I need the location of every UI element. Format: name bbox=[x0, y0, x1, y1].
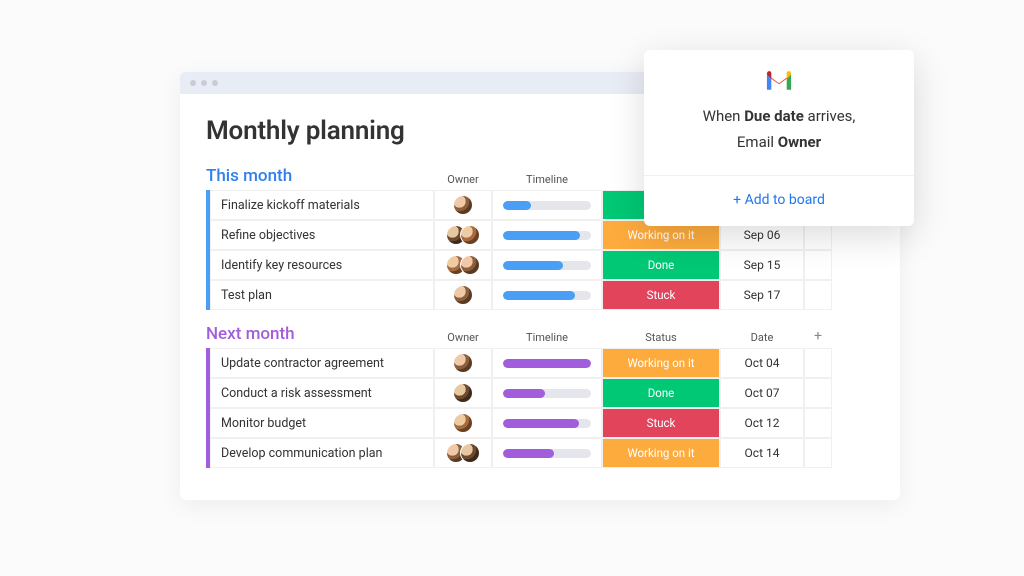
gmail-icon bbox=[764, 70, 794, 92]
automation-popup: When Due date arrives, Email Owner + Add… bbox=[644, 50, 914, 226]
status-cell[interactable]: Stuck bbox=[602, 280, 720, 310]
status-badge: Stuck bbox=[603, 281, 719, 309]
avatar[interactable] bbox=[460, 225, 480, 245]
table-row[interactable]: Monitor budget StuckOct 12 bbox=[210, 408, 874, 438]
column-header-owner[interactable]: Owner bbox=[434, 173, 492, 186]
task-name-cell[interactable]: Monitor budget bbox=[210, 408, 434, 438]
column-header-date[interactable]: Date bbox=[720, 331, 804, 344]
table-row[interactable]: Develop communication plan Working on itO… bbox=[210, 438, 874, 468]
empty-cell bbox=[804, 438, 832, 468]
column-header-timeline[interactable]: Timeline bbox=[492, 173, 602, 186]
traffic-light-dot bbox=[190, 80, 196, 86]
date-cell[interactable]: Sep 17 bbox=[720, 280, 804, 310]
owner-cell[interactable] bbox=[434, 190, 492, 220]
traffic-light-dot bbox=[212, 80, 218, 86]
section-title[interactable]: Next month bbox=[206, 324, 434, 344]
timeline-cell[interactable] bbox=[492, 438, 602, 468]
avatar[interactable] bbox=[460, 443, 480, 463]
rule-trigger: Due date bbox=[744, 107, 804, 125]
status-cell[interactable]: Working on it bbox=[602, 438, 720, 468]
status-badge: Done bbox=[603, 251, 719, 279]
table-row[interactable]: Update contractor agreement Working on it… bbox=[210, 348, 874, 378]
status-cell[interactable]: Done bbox=[602, 378, 720, 408]
add-to-board-button[interactable]: + Add to board bbox=[644, 176, 914, 226]
section-header: Next month Owner Timeline Status Date + bbox=[206, 324, 874, 344]
column-header-status[interactable]: Status bbox=[602, 331, 720, 344]
avatar[interactable] bbox=[453, 285, 473, 305]
owner-cell[interactable] bbox=[434, 378, 492, 408]
owner-cell[interactable] bbox=[434, 250, 492, 280]
task-name-cell[interactable]: Finalize kickoff materials bbox=[210, 190, 434, 220]
status-badge: Working on it bbox=[603, 439, 719, 467]
avatar[interactable] bbox=[453, 413, 473, 433]
date-cell[interactable]: Sep 15 bbox=[720, 250, 804, 280]
empty-cell bbox=[804, 280, 832, 310]
table-row[interactable]: Conduct a risk assessment DoneOct 07 bbox=[210, 378, 874, 408]
status-badge: Stuck bbox=[603, 409, 719, 437]
owner-cell[interactable] bbox=[434, 348, 492, 378]
rule-prefix: When bbox=[703, 107, 745, 125]
avatar[interactable] bbox=[453, 353, 473, 373]
task-name-cell[interactable]: Identify key resources bbox=[210, 250, 434, 280]
section-next-month: Next month Owner Timeline Status Date + … bbox=[206, 324, 874, 468]
section-rows: Update contractor agreement Working on it… bbox=[206, 348, 874, 468]
section-title[interactable]: This month bbox=[206, 166, 434, 186]
traffic-light-dot bbox=[201, 80, 207, 86]
owner-cell[interactable] bbox=[434, 408, 492, 438]
avatar[interactable] bbox=[453, 383, 473, 403]
empty-cell bbox=[804, 348, 832, 378]
avatar[interactable] bbox=[453, 195, 473, 215]
task-name-cell[interactable]: Update contractor agreement bbox=[210, 348, 434, 378]
date-cell[interactable]: Oct 14 bbox=[720, 438, 804, 468]
table-row[interactable]: Identify key resources DoneSep 15 bbox=[210, 250, 874, 280]
empty-cell bbox=[804, 250, 832, 280]
rule-action-prefix: Email bbox=[737, 133, 778, 151]
status-cell[interactable]: Stuck bbox=[602, 408, 720, 438]
timeline-cell[interactable] bbox=[492, 190, 602, 220]
status-badge: Done bbox=[603, 379, 719, 407]
timeline-cell[interactable] bbox=[492, 280, 602, 310]
empty-cell bbox=[804, 408, 832, 438]
status-badge: Working on it bbox=[603, 349, 719, 377]
column-header-owner[interactable]: Owner bbox=[434, 331, 492, 344]
rule-mid: arrives, bbox=[804, 107, 856, 125]
timeline-cell[interactable] bbox=[492, 408, 602, 438]
column-header-timeline[interactable]: Timeline bbox=[492, 331, 602, 344]
rule-action: Owner bbox=[778, 133, 821, 151]
date-cell[interactable]: Oct 07 bbox=[720, 378, 804, 408]
date-cell[interactable]: Oct 12 bbox=[720, 408, 804, 438]
timeline-cell[interactable] bbox=[492, 220, 602, 250]
task-name-cell[interactable]: Refine objectives bbox=[210, 220, 434, 250]
status-cell[interactable]: Done bbox=[602, 250, 720, 280]
task-name-cell[interactable]: Develop communication plan bbox=[210, 438, 434, 468]
owner-cell[interactable] bbox=[434, 220, 492, 250]
add-column-button[interactable]: + bbox=[804, 328, 832, 344]
task-name-cell[interactable]: Test plan bbox=[210, 280, 434, 310]
timeline-cell[interactable] bbox=[492, 250, 602, 280]
automation-rule-text: When Due date arrives, Email Owner bbox=[644, 104, 914, 176]
owner-cell[interactable] bbox=[434, 280, 492, 310]
status-cell[interactable]: Working on it bbox=[602, 348, 720, 378]
task-name-cell[interactable]: Conduct a risk assessment bbox=[210, 378, 434, 408]
avatar[interactable] bbox=[460, 255, 480, 275]
empty-cell bbox=[804, 378, 832, 408]
owner-cell[interactable] bbox=[434, 438, 492, 468]
timeline-cell[interactable] bbox=[492, 378, 602, 408]
timeline-cell[interactable] bbox=[492, 348, 602, 378]
date-cell[interactable]: Oct 04 bbox=[720, 348, 804, 378]
table-row[interactable]: Test plan StuckSep 17 bbox=[210, 280, 874, 310]
